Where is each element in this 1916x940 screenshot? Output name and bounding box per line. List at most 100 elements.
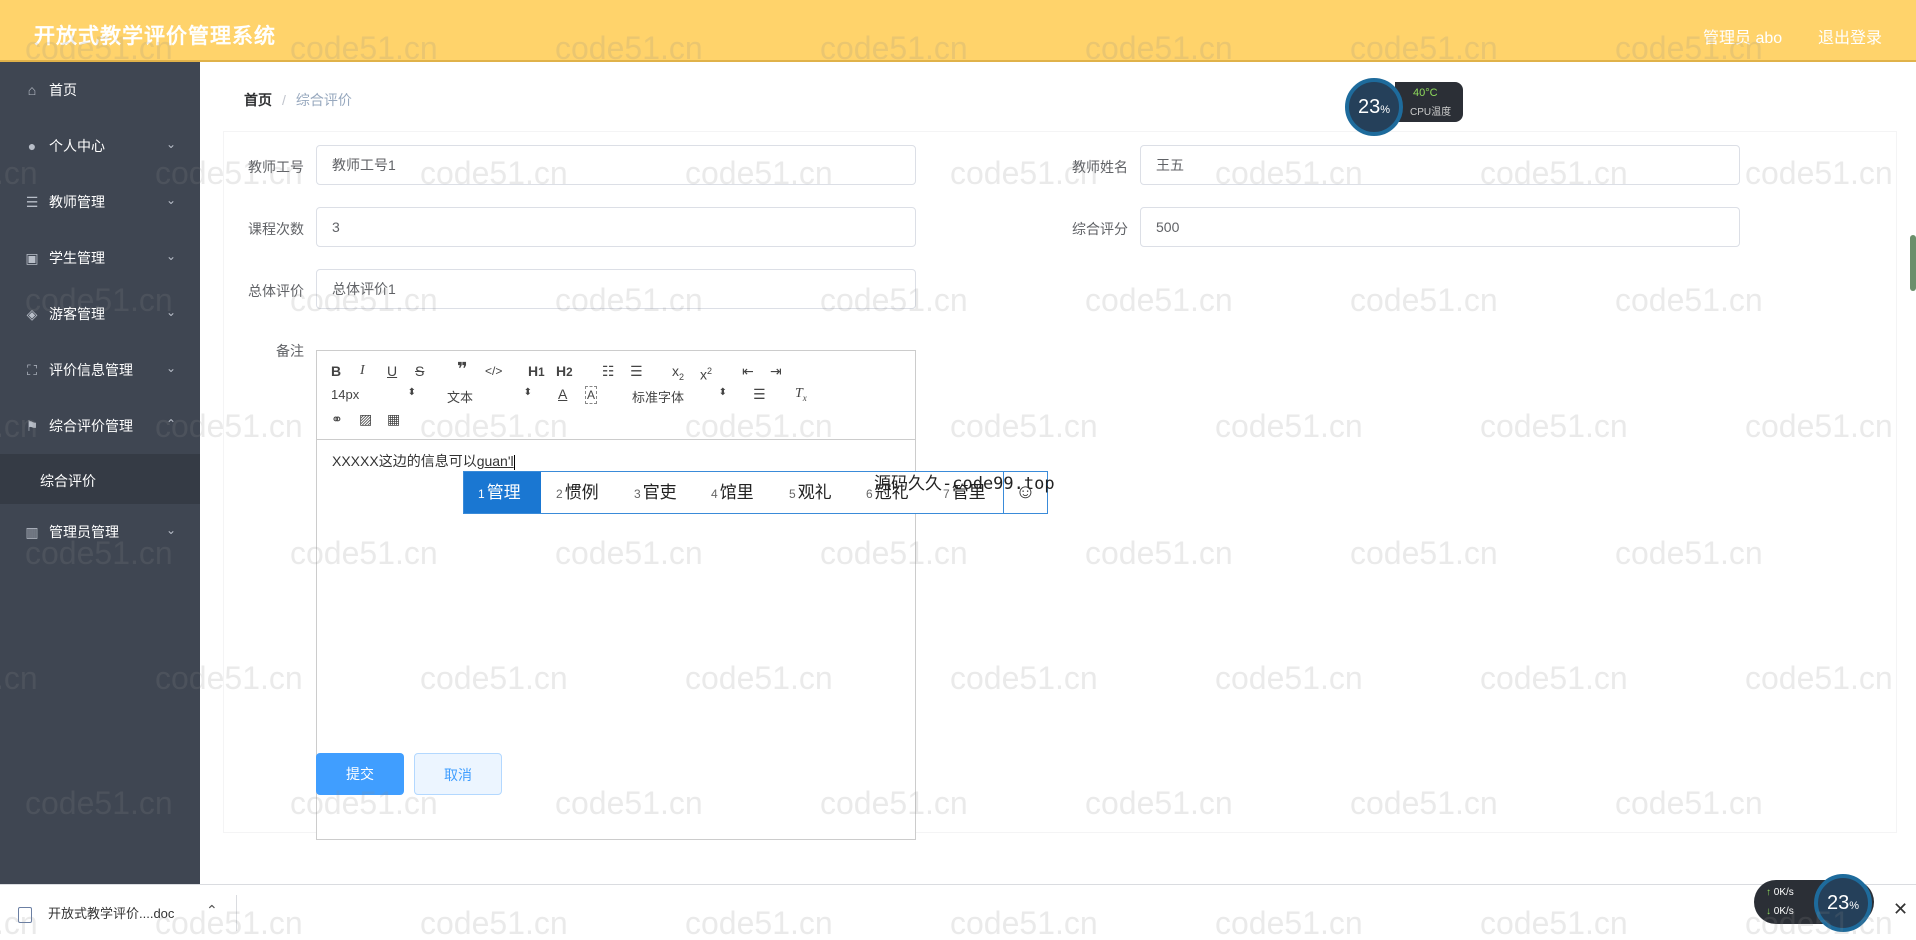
ime-candidate-text: 观礼 (797, 483, 832, 502)
divider (236, 895, 237, 931)
chevron-up-icon[interactable]: ⌃ (206, 902, 218, 919)
quote-icon[interactable]: ❞ (457, 360, 468, 378)
link-icon[interactable]: ⚭ (331, 411, 343, 427)
text-cursor (513, 454, 515, 470)
ime-candidate-text: 惯例 (564, 483, 599, 502)
heading1-icon[interactable]: H1 (528, 363, 545, 381)
cpu-widget: 40°C CPU温度 23% (1345, 78, 1463, 136)
usage-unit: % (1849, 900, 1860, 912)
top-header: 开放式教学评价管理系统 管理员 abo 退出登录 (0, 0, 1916, 62)
logout-link[interactable]: 退出登录 (1818, 24, 1882, 48)
cpu-usage-ring: 23% (1345, 78, 1403, 136)
course-count-label: 课程次数 (248, 221, 304, 237)
cpu-temp-pill: 40°C CPU温度 (1395, 82, 1463, 122)
align-icon[interactable]: ☰ (753, 386, 766, 402)
image-icon[interactable]: ▨ (359, 411, 372, 427)
teacher-id-label: 教师工号 (248, 159, 304, 175)
sidebar-item-label: 综合评价管理 (49, 418, 133, 434)
heading2-icon[interactable]: H2 (556, 363, 573, 381)
ime-candidate[interactable]: 2 惯例 (556, 472, 599, 513)
chevron-down-icon: ⌄ (166, 137, 177, 151)
current-user: 管理员 abo (1703, 30, 1783, 47)
teacher-name-input[interactable] (1140, 145, 1740, 185)
ime-candidate-number: 6 (866, 487, 873, 501)
editor-toolbar: B I U S ❞ </> H1 H2 ☷ ☰ x2 x2 ⇤ ⇥ 14px ⬍ … (317, 351, 915, 440)
sidebar-item-label: 首页 (49, 82, 77, 98)
ime-candidate[interactable]: 5 观礼 (789, 472, 832, 513)
sidebar-subitem-comprehensive-eval[interactable]: 综合评价 (0, 454, 200, 504)
sidebar-item-visitor-management[interactable]: ◈ 游客管理 ⌄ (0, 286, 200, 342)
breadcrumb-home[interactable]: 首页 (244, 92, 272, 108)
teacher-id-input[interactable] (316, 145, 916, 185)
chevron-up-icon: ⌃ (166, 417, 177, 431)
ime-candidate[interactable]: 4 馆里 (711, 472, 754, 513)
overall-eval-input[interactable] (316, 269, 916, 309)
editor-composing-text: guan'l (476, 453, 514, 469)
subscript-icon[interactable]: x2 (672, 363, 684, 385)
upload-speed: ↑ 0K/s (1766, 887, 1794, 898)
network-widget: ↑ 0K/s ↓ 0K/s 23% (1754, 874, 1874, 932)
font-family-select[interactable]: 标准字体 ⬍ (632, 387, 727, 406)
ime-candidate-text: 官吏 (642, 483, 677, 502)
ordered-list-icon[interactable]: ☷ (602, 363, 615, 379)
teacher-name-label: 教师姓名 (1072, 159, 1128, 175)
block-type-select[interactable]: 文本 ⬍ (447, 387, 532, 406)
close-icon[interactable]: ✕ (1893, 899, 1908, 920)
compass-icon: ◈ (26, 306, 38, 322)
video-icon[interactable]: ▦ (387, 411, 400, 427)
underline-icon[interactable]: U (387, 363, 397, 379)
select-caret-icon: ⬍ (718, 387, 727, 398)
block-type-value: 文本 (447, 390, 474, 405)
sidebar-item-teacher-management[interactable]: ☰ 教师管理 ⌄ (0, 174, 200, 230)
code-icon[interactable]: </> (485, 363, 502, 379)
sidebar-item-evaluation-info[interactable]: ⛶ 评价信息管理 ⌄ (0, 342, 200, 398)
sidebar-item-student-management[interactable]: ▣ 学生管理 ⌄ (0, 230, 200, 286)
score-input[interactable] (1140, 207, 1740, 247)
cpu-usage-unit: % (1380, 104, 1391, 116)
bullet-list-icon[interactable]: ☰ (630, 363, 643, 379)
ime-candidate[interactable]: 3 官吏 (634, 472, 677, 513)
font-color-icon[interactable]: A (558, 386, 567, 402)
frame-icon: ⛶ (27, 362, 37, 378)
editor-text-value: XXXXX这边的信息可以 (332, 453, 477, 469)
italic-icon[interactable]: I (360, 363, 365, 379)
sidebar-item-home[interactable]: ⌂ 首页 (0, 62, 200, 118)
app-title: 开放式教学评价管理系统 (34, 25, 276, 48)
superscript-icon[interactable]: x2 (700, 363, 712, 383)
cancel-button[interactable]: 取消 (414, 753, 502, 795)
sidebar-item-personal-center[interactable]: ● 个人中心 ⌄ (0, 118, 200, 174)
editor-content[interactable]: XXXXX这边的信息可以guan'l (332, 451, 515, 471)
sidebar-item-comprehensive-eval[interactable]: ⚑ 综合评价管理 ⌃ (0, 398, 200, 454)
sidebar-item-label: 游客管理 (49, 306, 105, 322)
cpu-temp-label: CPU温度 (1410, 107, 1452, 118)
sidebar: ⌂ 首页 ● 个人中心 ⌄ ☰ 教师管理 ⌄ ▣ 学生管理 ⌄ ◈ 游客管理 ⌄… (0, 62, 200, 884)
breadcrumb-current: 综合评价 (295, 92, 352, 108)
breadcrumb-separator: / (282, 92, 286, 108)
course-count-input[interactable] (316, 207, 916, 247)
sidebar-item-label: 评价信息管理 (49, 362, 133, 378)
submit-button[interactable]: 提交 (316, 753, 404, 795)
sidebar-item-label: 教师管理 (49, 194, 105, 210)
download-item[interactable]: 开放式教学评价....doc (18, 903, 174, 923)
rich-text-editor: B I U S ❞ </> H1 H2 ☷ ☰ x2 x2 ⇤ ⇥ 14px ⬍ … (316, 350, 916, 840)
cpu-usage-value: 23 (1357, 96, 1381, 118)
breadcrumb: 首页 / 综合评价 (244, 90, 352, 110)
side-scroll-tab[interactable] (1910, 235, 1916, 291)
sidebar-item-label: 学生管理 (49, 250, 105, 266)
font-family-value: 标准字体 (632, 390, 685, 405)
strikethrough-icon[interactable]: S (415, 363, 424, 379)
bold-icon[interactable]: B (331, 363, 341, 379)
sidebar-item-admin-management[interactable]: ▥ 管理员管理 ⌄ (0, 504, 200, 560)
font-size-select[interactable]: 14px ⬍ (331, 387, 416, 402)
clear-format-icon[interactable]: Tx (795, 386, 807, 406)
indent-icon[interactable]: ⇥ (770, 363, 782, 379)
ime-candidate[interactable]: 1 管理 (464, 472, 541, 513)
chevron-down-icon: ⌄ (166, 523, 177, 537)
bar-chart-icon: ▥ (25, 524, 39, 540)
chevron-down-icon: ⌄ (166, 249, 177, 263)
overall-eval-label: 总体评价 (248, 283, 304, 299)
background-color-icon[interactable]: A (585, 386, 598, 404)
clipboard-icon: ▣ (25, 250, 39, 266)
list-icon: ☰ (25, 194, 39, 210)
outdent-icon[interactable]: ⇤ (742, 363, 754, 379)
